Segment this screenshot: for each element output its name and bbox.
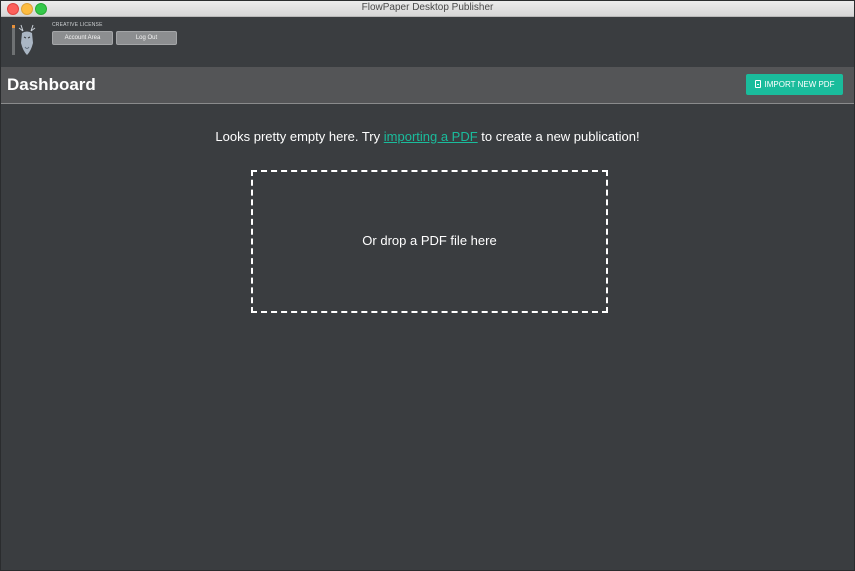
empty-state-suffix: to create a new publication! — [477, 129, 640, 144]
flowpaper-logo-icon — [12, 24, 36, 55]
pdf-drop-zone[interactable]: Or drop a PDF file here — [251, 170, 608, 313]
license-label: CREATIVE LICENSE — [52, 22, 103, 28]
page-title: Dashboard — [7, 75, 96, 94]
title-bar: FlowPaper Desktop Publisher — [1, 1, 854, 17]
import-pdf-link[interactable]: importing a PDF — [384, 129, 478, 144]
import-new-pdf-label: IMPORT NEW PDF — [764, 80, 835, 89]
dashboard-header: Dashboard IMPORT NEW PDF — [1, 67, 854, 104]
log-out-button[interactable]: Log Out — [116, 31, 177, 45]
top-bar: CREATIVE LICENSE Account Area Log Out — [1, 17, 854, 67]
window-title: FlowPaper Desktop Publisher — [361, 2, 494, 13]
empty-state-message: Looks pretty empty here. Try importing a… — [1, 129, 854, 144]
app-window: FlowPaper Desktop Publisher CREATIVE LIC… — [0, 0, 855, 571]
account-area-button[interactable]: Account Area — [52, 31, 113, 45]
import-new-pdf-button[interactable]: IMPORT NEW PDF — [746, 74, 843, 95]
file-icon — [754, 80, 761, 88]
empty-state-prefix: Looks pretty empty here. Try — [215, 129, 384, 144]
drop-zone-label: Or drop a PDF file here — [362, 233, 497, 248]
